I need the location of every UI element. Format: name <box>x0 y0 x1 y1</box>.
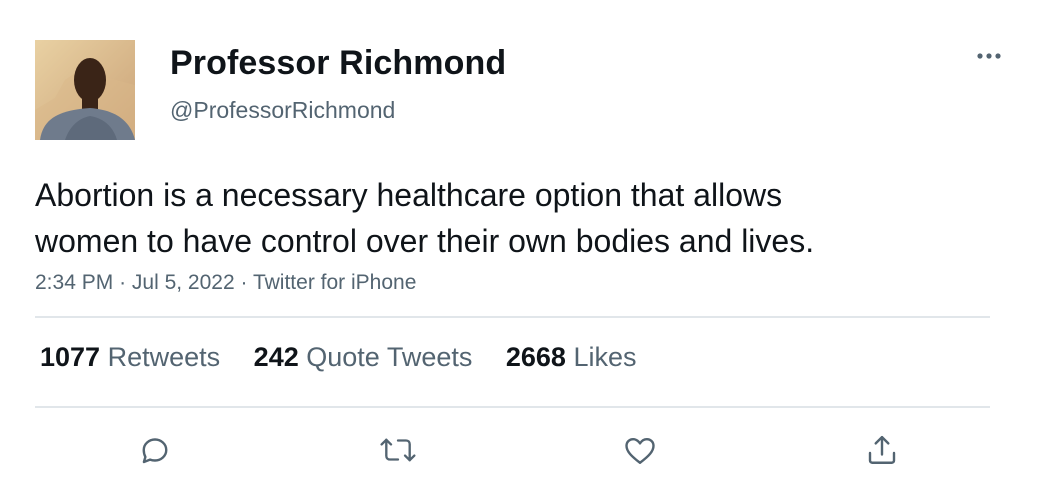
retweets-count: 1077 <box>40 342 101 372</box>
tweet-text-line: Abortion is a necessary healthcare optio… <box>35 177 783 213</box>
likes-label: Likes <box>573 342 637 372</box>
tweet-stats: 1077 Retweets 242 Quote Tweets 2668 Like… <box>40 342 663 373</box>
quote-tweets-label: Quote Tweets <box>306 342 473 372</box>
meta-separator: · <box>119 271 127 294</box>
retweet-icon <box>380 438 416 462</box>
reply-icon <box>142 438 168 464</box>
tweet-date[interactable]: Jul 5, 2022 <box>132 271 235 294</box>
share-icon <box>868 435 896 464</box>
tweet-text: Abortion is a necessary healthcare optio… <box>35 172 955 264</box>
share-button[interactable] <box>862 430 902 470</box>
retweet-button[interactable] <box>378 430 418 470</box>
likes-count: 2668 <box>505 342 566 372</box>
divider <box>35 316 990 318</box>
avatar[interactable] <box>35 40 135 140</box>
tweet-time[interactable]: 2:34 PM <box>35 271 113 294</box>
author-display-name[interactable]: Professor Richmond <box>170 44 506 83</box>
like-icon <box>625 438 655 464</box>
divider <box>35 406 990 408</box>
meta-separator: · <box>240 271 248 294</box>
tweet-source[interactable]: Twitter for iPhone <box>253 271 416 294</box>
like-button[interactable] <box>620 430 660 470</box>
author-handle[interactable]: @ProfessorRichmond <box>170 97 395 124</box>
quote-tweets-stat[interactable]: 242 Quote Tweets <box>254 342 473 373</box>
likes-stat[interactable]: 2668 Likes <box>506 342 637 373</box>
tweet-text-line: women to have control over their own bod… <box>35 223 815 259</box>
more-options-icon[interactable] <box>975 44 1003 68</box>
retweets-label: Retweets <box>107 342 221 372</box>
reply-button[interactable] <box>135 430 175 470</box>
retweets-stat[interactable]: 1077 Retweets <box>40 342 220 373</box>
quote-tweets-count: 242 <box>253 342 299 372</box>
profile-photo <box>35 40 135 140</box>
tweet-meta: 2:34 PM · Jul 5, 2022 · Twitter for iPho… <box>35 271 416 295</box>
